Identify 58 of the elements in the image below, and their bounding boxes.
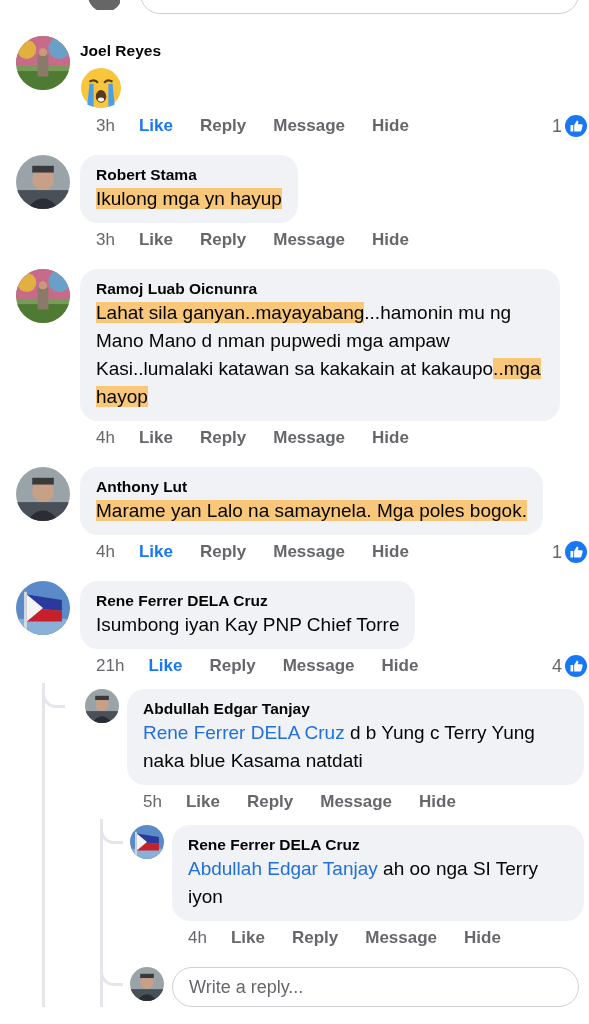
comment-text: Marame yan Lalo na samaynela. Mga poles bogok. (96, 499, 527, 523)
comment-text: Ikulong mga yn hayup (96, 187, 282, 211)
action-link[interactable]: Message (273, 230, 346, 250)
like-button[interactable]: Like (148, 656, 183, 676)
action-link[interactable]: Hide (419, 792, 456, 812)
mention-link[interactable]: Rene Ferrer DELA Cruz (143, 722, 345, 743)
author-name[interactable]: Abdullah Edgar Tanjay (143, 699, 568, 719)
action-link[interactable]: Message (273, 542, 346, 562)
comment-text: Abdullah Edgar Tanjay ah oo nga SI Terry iyon (188, 857, 539, 909)
action-link[interactable]: Message (365, 928, 438, 948)
action-link[interactable]: Reply (199, 542, 247, 562)
action-link[interactable]: Hide (372, 230, 409, 250)
timestamp: 5h (143, 792, 162, 812)
reaction-count: 4 (552, 655, 562, 677)
thumbs-up-icon (565, 655, 587, 677)
author-name[interactable]: Rene Ferrer DELA Cruz (188, 835, 568, 855)
author-name[interactable]: Joel Reyes (80, 41, 161, 61)
action-link[interactable]: Message (273, 116, 346, 136)
mention-link[interactable]: Abdullah Edgar Tanjay (188, 858, 378, 879)
author-name[interactable]: Ramoj Luab Oicnunra (96, 279, 544, 299)
timestamp: 3h (96, 230, 115, 250)
action-link[interactable]: Hide (372, 428, 409, 448)
action-link[interactable]: Hide (381, 656, 419, 676)
action-link[interactable]: Hide (372, 542, 409, 562)
timestamp: 4h (96, 428, 115, 448)
action-link[interactable]: Message (282, 656, 355, 676)
author-name[interactable]: Anthony Lut (96, 477, 527, 497)
crying-emoji-icon (80, 67, 122, 109)
action-link[interactable]: Reply (199, 116, 247, 136)
action-link[interactable]: Reply (199, 428, 247, 448)
comment-text: Isumbong iyan Kay PNP Chief Torre (96, 613, 400, 637)
action-link[interactable]: Reply (209, 656, 256, 676)
action-link[interactable]: Hide (464, 928, 501, 948)
action-link[interactable]: Hide (372, 116, 409, 136)
timestamp: 4h (96, 542, 115, 562)
thumbs-up-icon (565, 541, 587, 563)
like-button[interactable]: Like (138, 230, 173, 250)
reaction-count: 1 (552, 541, 562, 563)
action-link[interactable]: Reply (199, 230, 247, 250)
like-button[interactable]: Like (138, 428, 173, 448)
reaction-count: 1 (552, 115, 562, 137)
like-button[interactable]: Like (185, 792, 220, 812)
author-name[interactable]: Robert Stama (96, 165, 282, 185)
like-button[interactable]: Like (230, 928, 265, 948)
action-link[interactable]: Message (320, 792, 393, 812)
action-link[interactable]: Reply (246, 792, 294, 812)
action-link[interactable]: Reply (291, 928, 339, 948)
action-link[interactable]: Message (273, 428, 346, 448)
comment-text: Lahat sila ganyan..mayayabang...hamonin mu ng Mano Mano d nman pupwedi mga ampaw Kasi..lumalaki katawan sa kakakain at kakaupo..mga hayop (96, 301, 542, 409)
thumbs-up-icon (565, 115, 587, 137)
timestamp: 21h (96, 656, 125, 676)
timestamp: 3h (96, 116, 115, 136)
timestamp: 4h (188, 928, 207, 948)
author-name[interactable]: Rene Ferrer DELA Cruz (96, 591, 400, 611)
comment-text: Rene Ferrer DELA Cruz d b Yung c Terry Yung naka blue Kasama natdati (143, 721, 536, 773)
like-button[interactable]: Like (138, 542, 173, 562)
like-button[interactable]: Like (138, 116, 173, 136)
reply-field[interactable]: Write a reply... (172, 967, 579, 1007)
